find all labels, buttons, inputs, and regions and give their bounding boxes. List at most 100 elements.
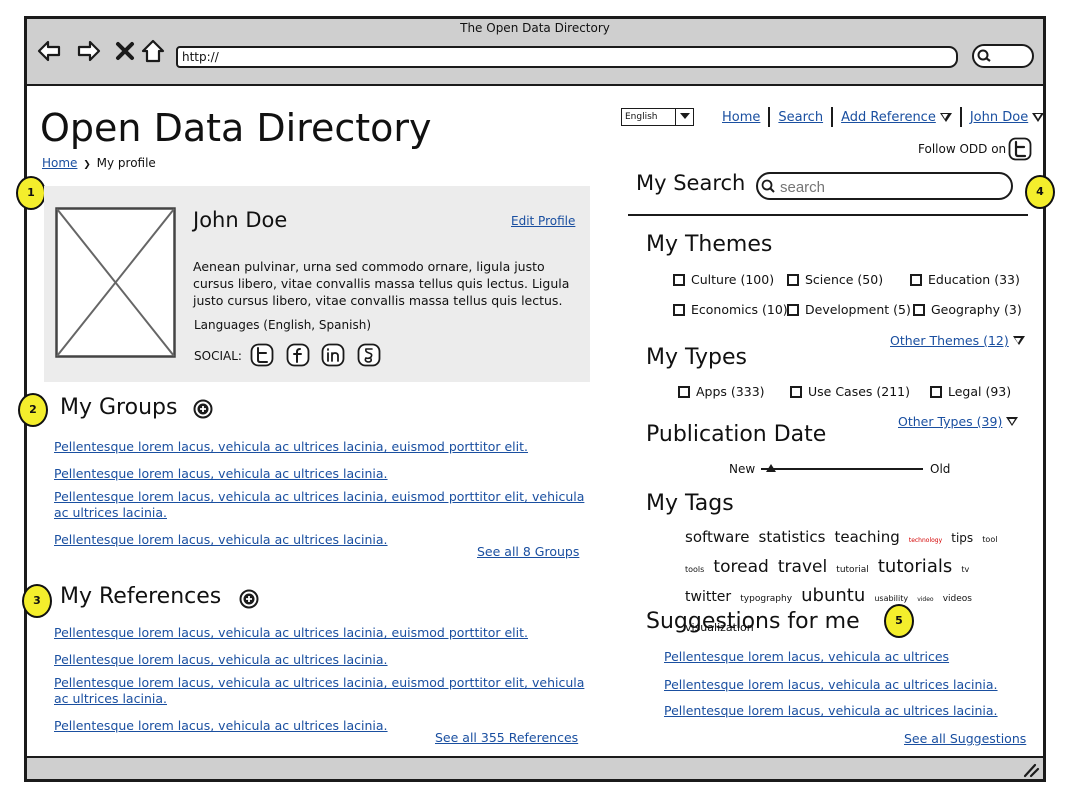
browser-search-field[interactable] xyxy=(972,44,1034,68)
forward-icon[interactable] xyxy=(76,38,102,64)
suggestion-link[interactable]: Pellentesque lorem lacus, vehicula ac ul… xyxy=(664,677,1024,693)
checkbox[interactable] xyxy=(913,303,925,316)
breadcrumb-home-link[interactable]: Home xyxy=(42,156,77,170)
reference-link[interactable]: Pellentesque lorem lacus, vehicula ac ul… xyxy=(54,675,594,707)
checkbox[interactable] xyxy=(678,385,690,398)
theme-checkbox-culture[interactable]: Culture (100) xyxy=(673,272,774,287)
suggestion-link[interactable]: Pellentesque lorem lacus, vehicula ac ul… xyxy=(664,703,1024,719)
checkbox[interactable] xyxy=(673,303,685,316)
tag-link[interactable]: software xyxy=(685,528,749,546)
add-reference-icon[interactable] xyxy=(239,589,259,609)
checkbox[interactable] xyxy=(790,385,802,398)
tag-link[interactable]: travel xyxy=(778,557,827,577)
tag-link[interactable]: technology xyxy=(909,537,942,544)
nav-home-link[interactable]: Home xyxy=(722,110,760,125)
groups-heading: My Groups xyxy=(60,395,178,420)
facebook-icon[interactable] xyxy=(286,343,310,367)
slider-max-label: Old xyxy=(930,462,951,476)
search-input[interactable] xyxy=(756,172,1013,200)
nav-divider xyxy=(768,107,771,127)
tag-link[interactable]: twitter xyxy=(685,589,731,605)
tag-link[interactable]: tv xyxy=(961,565,969,574)
nav-user-menu-link[interactable]: John Doe xyxy=(970,110,1028,125)
group-link[interactable]: Pellentesque lorem lacus, vehicula ac ul… xyxy=(54,532,414,548)
types-heading: My Types xyxy=(646,345,747,370)
twitter-icon[interactable] xyxy=(250,343,274,367)
reference-link[interactable]: Pellentesque lorem lacus, vehicula ac ul… xyxy=(54,718,414,734)
checkbox[interactable] xyxy=(930,385,942,398)
tag-link[interactable]: tools xyxy=(685,565,704,574)
other-types-link[interactable]: Other Types (39) xyxy=(898,414,1002,429)
checkbox[interactable] xyxy=(910,273,922,286)
google-icon[interactable] xyxy=(357,343,381,367)
tag-link[interactable]: video xyxy=(917,596,933,603)
suggestion-link[interactable]: Pellentesque lorem lacus, vehicula ac ul… xyxy=(664,649,1024,665)
see-all-suggestions-link[interactable]: See all Suggestions xyxy=(904,731,1026,746)
reference-link[interactable]: Pellentesque lorem lacus, vehicula ac ul… xyxy=(54,625,594,641)
theme-checkbox-economics[interactable]: Economics (10) xyxy=(673,302,788,317)
checkbox-label: Economics (10) xyxy=(691,302,788,317)
divider xyxy=(628,214,1028,216)
callout-marker-2: 2 xyxy=(18,393,48,427)
callout-marker-3: 3 xyxy=(22,584,52,618)
my-search-label: My Search xyxy=(636,171,746,195)
tag-link[interactable]: tutorial xyxy=(836,565,868,575)
tag-link[interactable]: typography xyxy=(740,594,792,604)
checkbox[interactable] xyxy=(787,273,799,286)
twitter-icon[interactable] xyxy=(1008,137,1032,161)
theme-checkbox-education[interactable]: Education (33) xyxy=(910,272,1020,287)
type-checkbox-use-cases[interactable]: Use Cases (211) xyxy=(790,384,910,399)
slider-handle[interactable] xyxy=(765,464,776,472)
chevron-down-icon[interactable] xyxy=(1012,336,1025,345)
see-all-references-link[interactable]: See all 355 References xyxy=(435,730,578,745)
tag-link[interactable]: statistics xyxy=(759,528,826,546)
tag-link[interactable]: toread xyxy=(713,557,768,577)
top-navigation: Home Search Add Reference John Doe xyxy=(722,107,1045,127)
home-icon[interactable] xyxy=(140,38,166,64)
edit-profile-link[interactable]: Edit Profile xyxy=(511,214,575,228)
group-link[interactable]: Pellentesque lorem lacus, vehicula ac ul… xyxy=(54,466,594,482)
url-input[interactable]: http:// xyxy=(176,46,958,68)
add-group-icon[interactable] xyxy=(193,399,213,419)
resize-grip-icon[interactable] xyxy=(1022,762,1040,778)
other-themes-link[interactable]: Other Themes (12) xyxy=(890,333,1009,348)
theme-checkbox-geography[interactable]: Geography (3) xyxy=(913,302,1022,317)
callout-marker-4: 4 xyxy=(1025,175,1055,209)
linkedin-icon[interactable] xyxy=(321,343,345,367)
reference-link[interactable]: Pellentesque lorem lacus, vehicula ac ul… xyxy=(54,652,594,668)
checkbox[interactable] xyxy=(787,303,799,316)
tag-link[interactable]: tutorials xyxy=(878,556,952,577)
theme-checkbox-development[interactable]: Development (5) xyxy=(787,302,911,317)
search-icon xyxy=(761,179,775,193)
checkbox-label: Use Cases (211) xyxy=(808,384,911,399)
nav-divider xyxy=(831,107,834,127)
browser-status-bar xyxy=(27,756,1043,779)
see-all-groups-link[interactable]: See all 8 Groups xyxy=(477,544,579,559)
chevron-down-icon[interactable] xyxy=(939,112,952,122)
type-checkbox-legal[interactable]: Legal (93) xyxy=(930,384,1011,399)
follow-label: Follow ODD on xyxy=(918,142,1007,156)
tag-link[interactable]: tips xyxy=(951,531,973,545)
tag-link[interactable]: teaching xyxy=(834,528,899,546)
stop-icon[interactable] xyxy=(112,38,138,64)
chevron-down-icon[interactable] xyxy=(1032,112,1045,122)
tag-link[interactable]: tool xyxy=(982,535,997,544)
theme-checkbox-science[interactable]: Science (50) xyxy=(787,272,883,287)
tag-link[interactable]: videos xyxy=(943,594,972,604)
publication-date-heading: Publication Date xyxy=(646,422,827,447)
suggestions-heading: Suggestions for me xyxy=(646,609,860,634)
publication-date-slider[interactable] xyxy=(761,468,923,470)
checkbox-label: Geography (3) xyxy=(931,302,1022,317)
nav-search-link[interactable]: Search xyxy=(778,110,823,125)
group-link[interactable]: Pellentesque lorem lacus, vehicula ac ul… xyxy=(54,439,594,455)
checkbox[interactable] xyxy=(673,273,685,286)
other-themes: Other Themes (12) xyxy=(890,333,1025,348)
chevron-down-icon[interactable] xyxy=(1006,417,1019,426)
tag-link[interactable]: ubuntu xyxy=(801,585,865,606)
nav-add-reference-link[interactable]: Add Reference xyxy=(841,110,936,125)
chevron-down-icon[interactable] xyxy=(675,108,694,126)
type-checkbox-apps[interactable]: Apps (333) xyxy=(678,384,765,399)
back-icon[interactable] xyxy=(36,38,62,64)
tag-link[interactable]: usability xyxy=(874,594,908,603)
group-link[interactable]: Pellentesque lorem lacus, vehicula ac ul… xyxy=(54,489,594,521)
